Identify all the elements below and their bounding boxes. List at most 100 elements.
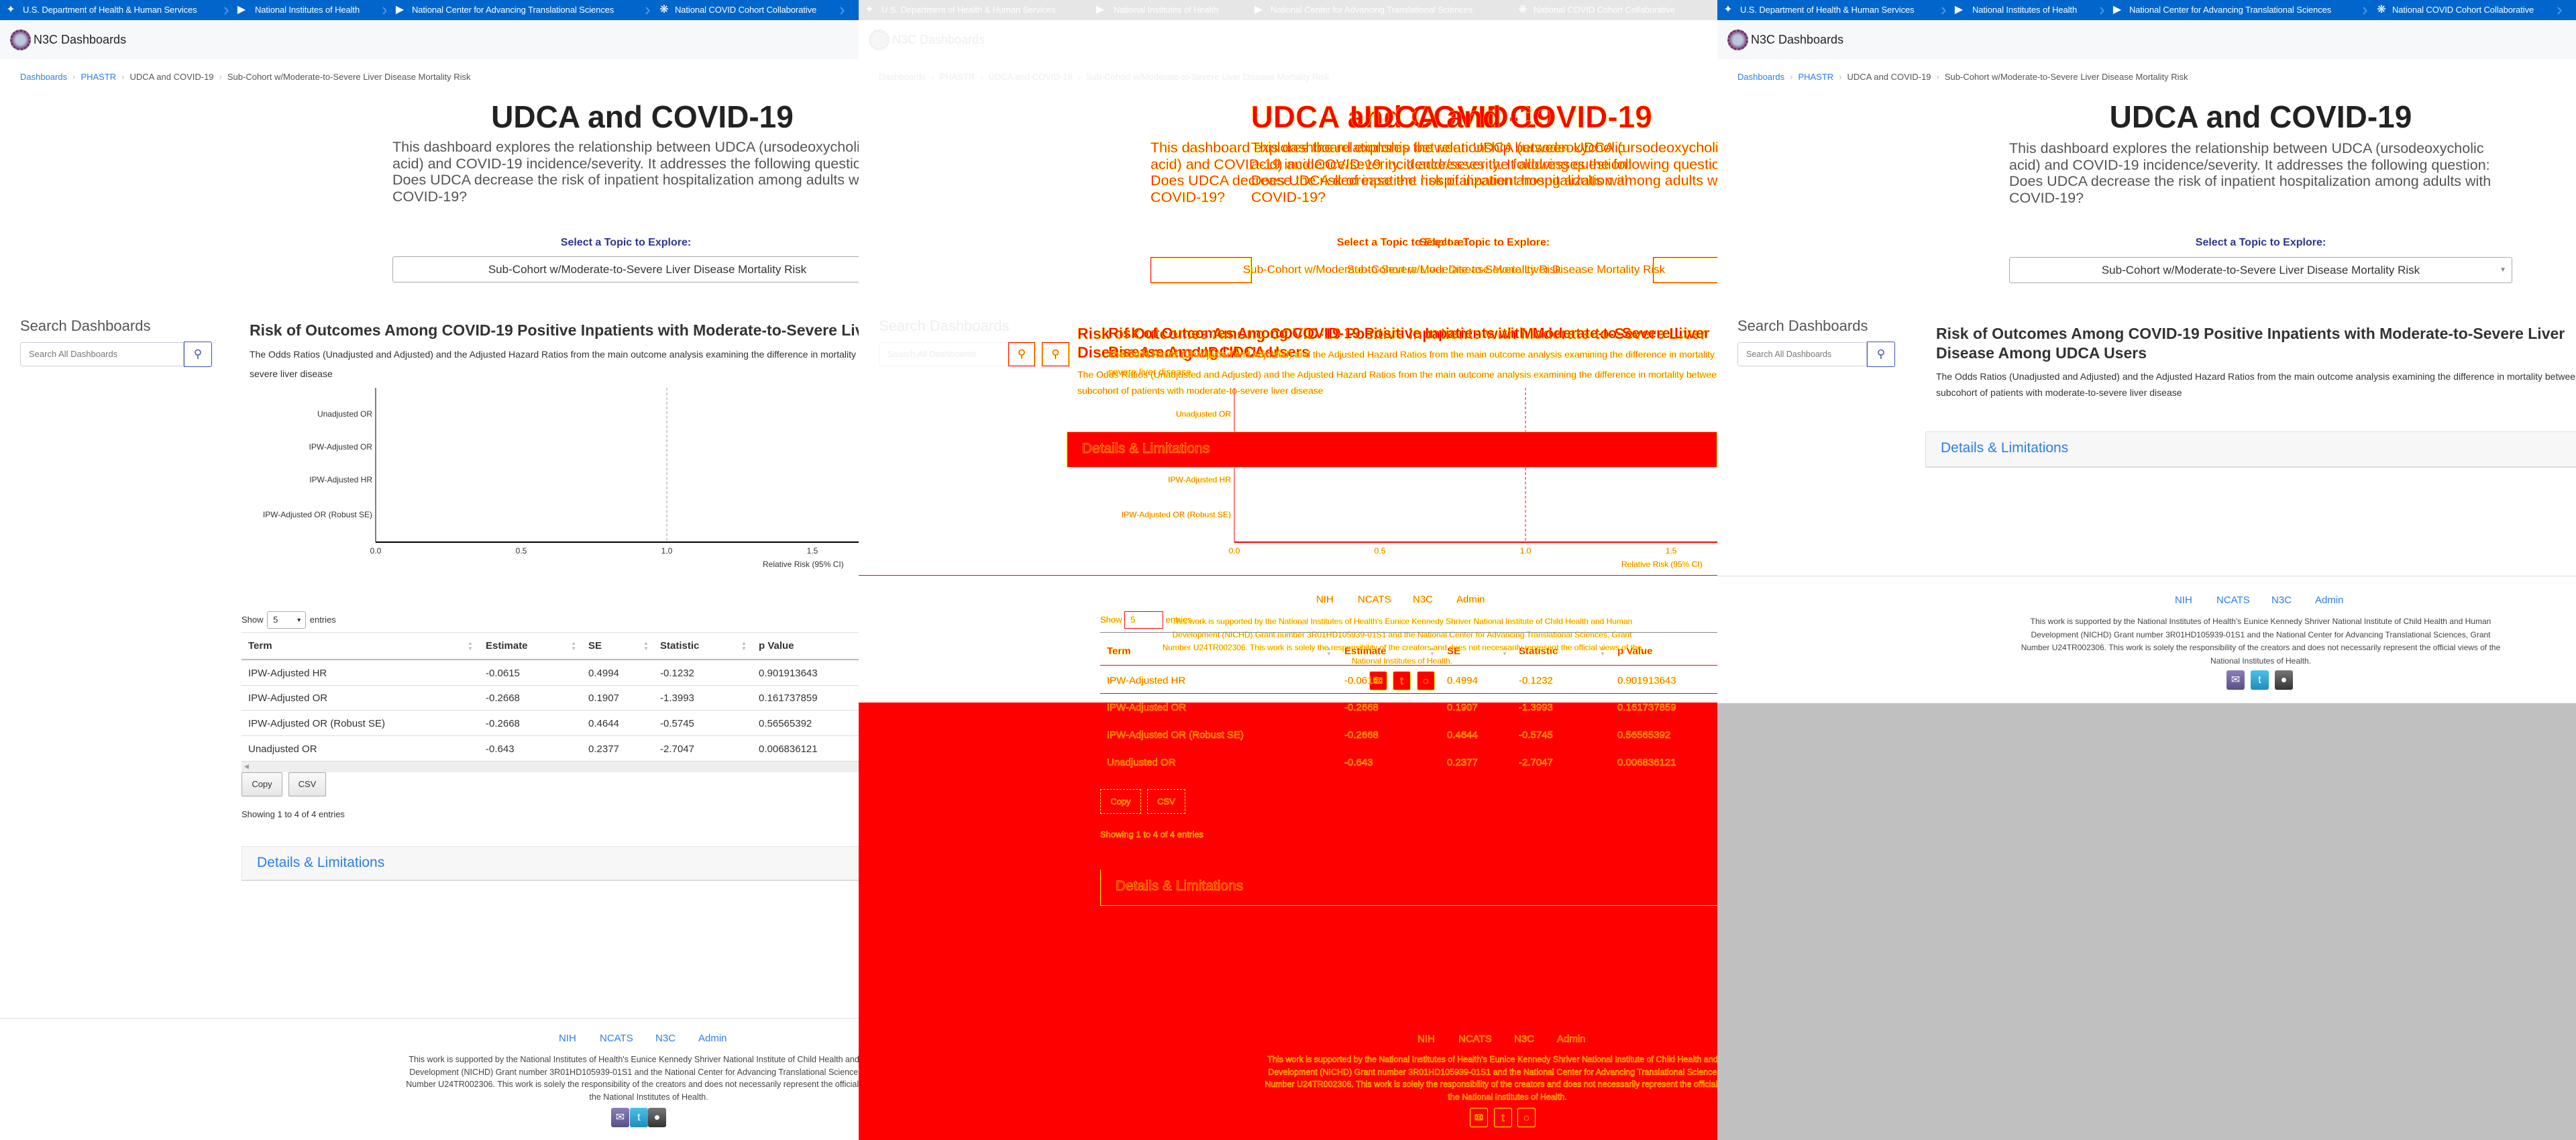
footer-link-n3c[interactable]: N3C: [2271, 594, 2292, 606]
sort-icon[interactable]: ▲ ▼: [643, 641, 649, 652]
breadcrumb-separator-icon: ›: [121, 72, 125, 82]
sort-icon[interactable]: ▲ ▼: [1430, 646, 1435, 657]
footer-link-admin[interactable]: Admin: [2315, 594, 2344, 606]
table-top-border: [1100, 632, 1717, 633]
csv-button[interactable]: CSV: [288, 772, 326, 796]
table-cell: 0.4994: [1447, 675, 1478, 687]
gov-link-ncats[interactable]: National Center for Advancing Translatio…: [412, 0, 614, 20]
footer-link-admin[interactable]: Admin: [698, 1033, 727, 1044]
sort-icon[interactable]: ▲ ▼: [571, 641, 576, 652]
sort-icon[interactable]: ▲ ▼: [741, 641, 747, 652]
gov-link-nih[interactable]: National Institutes of Health: [1972, 0, 2077, 20]
github-icon[interactable]: ●: [2275, 670, 2293, 690]
column-header-p-value[interactable]: p Value: [1617, 645, 1653, 658]
column-header-statistic[interactable]: Statistic: [660, 640, 699, 652]
page-description: This dashboard explores the relationship…: [392, 139, 859, 205]
github-icon: ●: [1417, 671, 1435, 690]
chevron-down-icon: ▼: [296, 617, 303, 623]
column-header-estimate[interactable]: Estimate: [486, 640, 528, 652]
sort-icon[interactable]: ▲ ▼: [1600, 646, 1605, 657]
column-header-se[interactable]: SE: [1447, 645, 1461, 658]
footer-text: This work is supported by the National I…: [406, 1055, 859, 1102]
table-cell: -0.1232: [660, 668, 694, 679]
footer-link-nih[interactable]: NIH: [2175, 594, 2192, 606]
y-tick-label: IPW-Adjusted OR: [309, 442, 373, 452]
column-header-statistic[interactable]: Statistic: [1519, 645, 1558, 658]
page-size-select[interactable]: 5 ▼: [267, 611, 307, 629]
details-limitations-label-diff: Details & Limitations: [1082, 441, 1210, 457]
table-row-border: [1100, 693, 1717, 694]
email-icon[interactable]: ✉: [2226, 670, 2245, 690]
sort-icon[interactable]: ▲ ▼: [468, 641, 473, 652]
breadcrumb-udca[interactable]: UDCA and COVID-19: [1847, 72, 1931, 82]
search-button[interactable]: ⚲: [1867, 342, 1895, 367]
footer-text: This work is supported by the National I…: [2021, 617, 2501, 666]
table-row-divider: [241, 735, 859, 736]
ncats-chevron-icon: ▶: [1254, 4, 1263, 15]
brand-link[interactable]: N3C Dashboards: [34, 30, 126, 50]
gov-link-ncats: National Center for Advancing Translatio…: [1271, 5, 1473, 15]
twitter-icon[interactable]: t: [2251, 670, 2269, 690]
breadcrumb-dashboards[interactable]: Dashboards: [20, 72, 67, 82]
screenshot-panel-before: ✦ U.S. Department of Health & Human Serv…: [0, 0, 859, 1140]
footer-link-nih[interactable]: NIH: [559, 1033, 576, 1044]
column-header-p-value[interactable]: p Value: [759, 640, 794, 652]
n3c-virus-icon: ❋: [1518, 4, 1527, 15]
table-cell: 0.2377: [1447, 757, 1478, 769]
details-limitations-panel[interactable]: Details & Limitations: [1925, 431, 2576, 468]
twitter-icon[interactable]: t: [630, 1108, 648, 1127]
x-tick-label: 1.0: [1520, 546, 1532, 556]
table-cell: -2.7047: [1519, 757, 1553, 769]
details-limitations-panel[interactable]: Details & Limitations: [241, 846, 859, 881]
github-icon[interactable]: ●: [648, 1108, 666, 1127]
column-header-se[interactable]: SE: [588, 640, 602, 652]
column-header-estimate[interactable]: Estimate: [1344, 645, 1387, 658]
topic-select[interactable]: Sub-Cohort w/Moderate-to-Severe Liver Di…: [2009, 257, 2512, 283]
n3c-logo-icon[interactable]: [1727, 30, 1748, 50]
page-size-select: 5: [1124, 611, 1164, 629]
table-cell: 0.1907: [1447, 702, 1478, 714]
sort-icon[interactable]: ▲ ▼: [1502, 646, 1507, 657]
footer-link-ncats[interactable]: NCATS: [2216, 594, 2250, 606]
table-cell: 0.4644: [588, 718, 619, 729]
n3c-logo-icon[interactable]: [10, 30, 31, 50]
table-top-border: [241, 632, 859, 633]
footer-link-n3c[interactable]: N3C: [655, 1033, 676, 1044]
gov-link-hhs[interactable]: U.S. Department of Health & Human Servic…: [23, 0, 197, 20]
gov-link-hhs[interactable]: U.S. Department of Health & Human Servic…: [1740, 0, 1915, 20]
breadcrumb-dashboards[interactable]: Dashboards: [1737, 72, 1784, 82]
topic-select-value-diff-before: Sub-Cohort w/Moderate-to-Severe Liver Di…: [1346, 263, 1666, 276]
ncats-chevron-icon: ▶: [2112, 4, 2122, 15]
gov-link-n3c[interactable]: National COVID Cohort Collaborative: [2392, 0, 2534, 20]
page-size-value: 5: [273, 615, 278, 625]
search-input[interactable]: Search All Dashboards: [1737, 342, 1867, 366]
sort-icon[interactable]: ▲ ▼: [1326, 646, 1332, 657]
details-limitations-panel-diff: Details & Limitations: [1100, 870, 1717, 906]
copy-button[interactable]: Copy: [241, 772, 282, 796]
table-scrollbar[interactable]: ◀: [241, 762, 859, 772]
gov-link-ncats[interactable]: National Center for Advancing Translatio…: [2129, 0, 2331, 20]
breadcrumb-udca[interactable]: UDCA and COVID-19: [130, 72, 214, 82]
table-cell: 0.56565392: [759, 718, 812, 729]
column-header-term[interactable]: Term: [248, 640, 272, 652]
table-cell: -0.0615: [1344, 675, 1379, 687]
search-input[interactable]: Search All Dashboards: [20, 342, 184, 366]
search-button[interactable]: ⚲: [184, 342, 212, 367]
gov-link-nih[interactable]: National Institutes of Health: [255, 0, 360, 20]
footer-link-ncats[interactable]: NCATS: [600, 1033, 633, 1044]
breadcrumb-phastr[interactable]: PHASTR: [80, 72, 116, 82]
x-tick-label: 0.0: [1229, 546, 1240, 556]
chevron-separator-icon: ›: [2557, 0, 2563, 19]
topic-select-value: Sub-Cohort w/Moderate-to-Severe Liver Di…: [488, 263, 807, 276]
brand-text: N3C Dashboards: [892, 33, 985, 46]
footer-link-admin: Admin: [1557, 1033, 1586, 1045]
email-icon[interactable]: ✉: [611, 1108, 629, 1127]
scroll-left-icon[interactable]: ◀: [244, 763, 249, 770]
brand-link[interactable]: N3C Dashboards: [1751, 30, 1843, 50]
breadcrumb-phastr[interactable]: PHASTR: [1798, 72, 1833, 82]
gov-link-n3c[interactable]: National COVID Cohort Collaborative: [675, 0, 816, 20]
site-header: N3C Dashboards: [0, 20, 859, 59]
topic-select[interactable]: Sub-Cohort w/Moderate-to-Severe Liver Di…: [392, 256, 859, 282]
column-header-term[interactable]: Term: [1107, 645, 1131, 658]
x-tick-label: 1.0: [661, 546, 673, 556]
